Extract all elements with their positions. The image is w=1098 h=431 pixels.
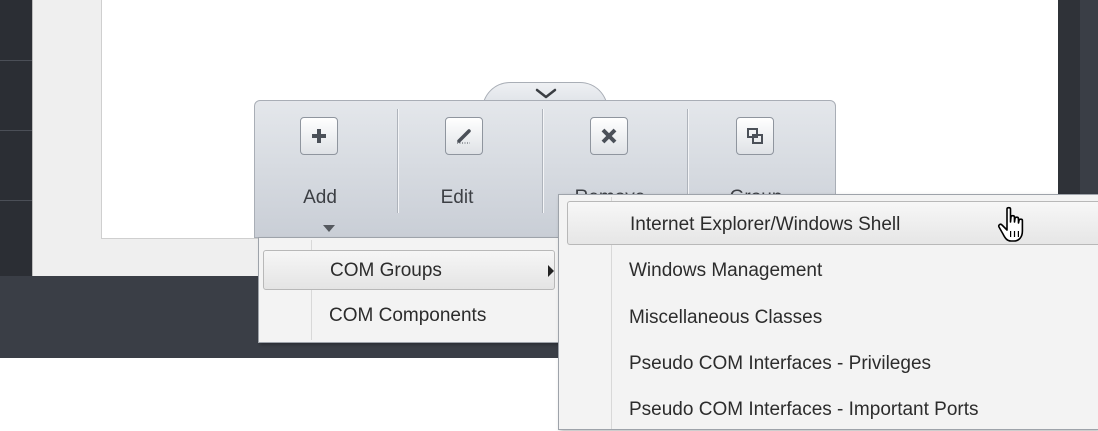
edit-label: Edit: [440, 187, 474, 208]
chevron-down-icon: [535, 88, 557, 99]
left-side-strip: [0, 0, 32, 276]
toolbar-separator: [542, 109, 543, 213]
plus-icon: [300, 117, 338, 155]
submenu-item-label: Miscellaneous Classes: [629, 307, 823, 328]
edit-button[interactable]: Edit: [400, 101, 545, 239]
submenu-arrow-icon: [548, 265, 554, 277]
submenu-item-label: Windows Management: [629, 260, 823, 281]
hand-cursor-icon: [997, 206, 1024, 242]
menu-item-label: COM Components: [329, 305, 487, 326]
submenu-item-label: Pseudo COM Interfaces - Privileges: [629, 353, 932, 374]
strip-divider: [0, 200, 32, 201]
strip-divider: [0, 60, 32, 61]
add-label: Add: [303, 187, 337, 208]
submenu-item-windows-management[interactable]: Windows Management: [567, 248, 1098, 292]
menu-item-label: COM Groups: [330, 260, 442, 281]
submenu-item-label: Internet Explorer/Windows Shell: [630, 214, 901, 235]
add-button[interactable]: Add: [255, 101, 400, 239]
caret-down-icon[interactable]: [323, 225, 335, 232]
menu-item-com-components[interactable]: COM Components: [263, 296, 555, 336]
submenu-item-label: Pseudo COM Interfaces - Important Ports: [629, 399, 979, 420]
submenu-item-miscellaneous-classes[interactable]: Miscellaneous Classes: [567, 295, 1098, 339]
submenu-item-pseudo-com-important-ports[interactable]: Pseudo COM Interfaces - Important Ports: [567, 387, 1098, 431]
menu-item-com-groups[interactable]: COM Groups: [263, 250, 555, 290]
pencil-icon: [445, 117, 483, 155]
add-context-menu: COM Groups COM Components: [258, 237, 560, 343]
submenu-item-pseudo-com-privileges[interactable]: Pseudo COM Interfaces - Privileges: [567, 341, 1098, 385]
group-icon: [736, 117, 774, 155]
x-icon: [590, 117, 628, 155]
strip-divider: [0, 130, 32, 131]
